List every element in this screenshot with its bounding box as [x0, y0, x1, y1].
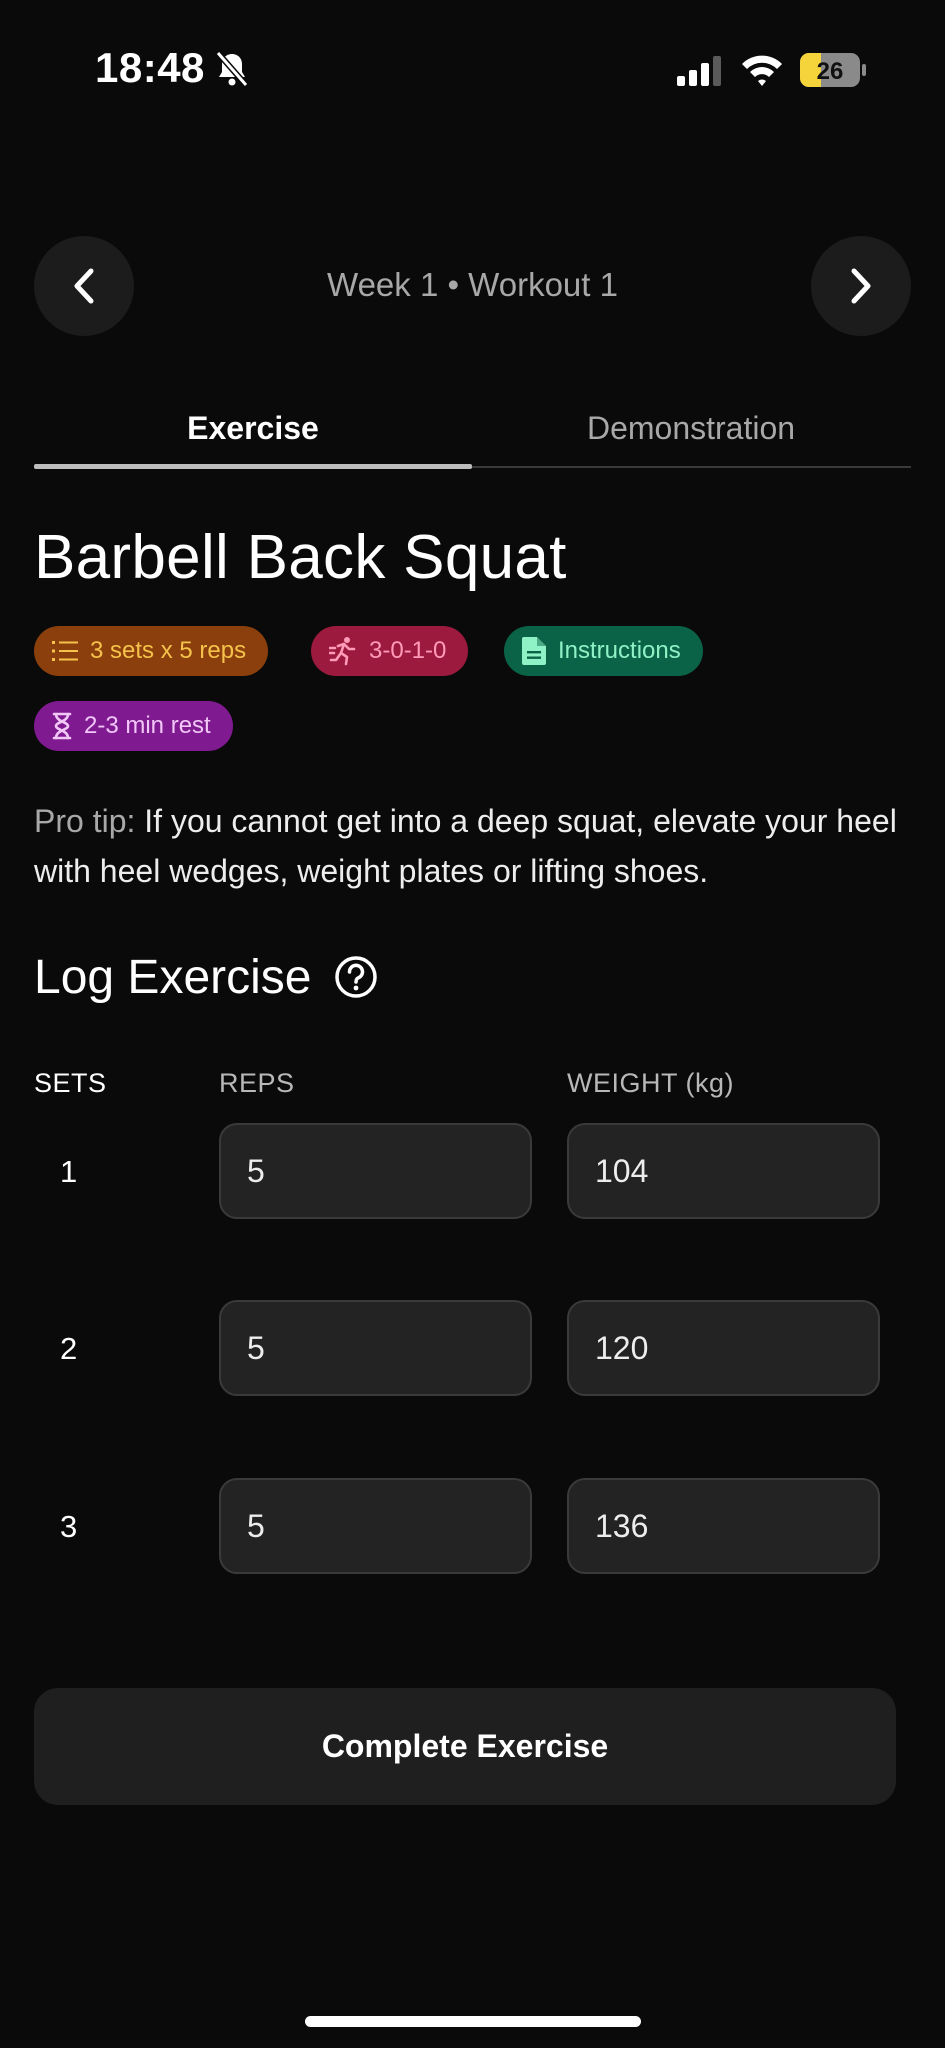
running-person-icon	[329, 637, 356, 666]
document-icon	[522, 637, 546, 665]
reps-column-header: REPS	[219, 1068, 295, 1098]
tempo-label: 3-0-1-0	[369, 637, 447, 664]
pro-tip: Pro tip: If you cannot get into a deep s…	[34, 796, 914, 896]
rest-badge: 2-3 min rest	[34, 701, 233, 751]
weight-input[interactable]: 136	[567, 1478, 880, 1574]
instructions-label: Instructions	[558, 637, 681, 664]
sets-reps-badge: 3 sets x 5 reps	[34, 626, 269, 676]
list-icon	[52, 641, 78, 661]
status-time: 18:48	[95, 44, 205, 91]
next-workout-button[interactable]	[811, 236, 911, 336]
reps-input[interactable]: 5	[219, 1478, 532, 1574]
cellular-signal-icon	[677, 56, 721, 86]
set-number: 2	[60, 1331, 78, 1366]
weight-input[interactable]: 104	[567, 1123, 880, 1219]
home-indicator[interactable]	[305, 2016, 641, 2027]
set-number: 1	[60, 1154, 78, 1189]
question-circle-icon[interactable]	[334, 955, 378, 999]
tempo-badge: 3-0-1-0	[311, 626, 469, 676]
rest-label: 2-3 min rest	[84, 712, 211, 739]
chevron-right-icon	[851, 268, 871, 304]
tab-demonstration[interactable]: Demonstration	[472, 410, 910, 447]
workout-title: Week 1 • Workout 1	[327, 266, 618, 303]
battery-icon: 26	[800, 53, 866, 87]
pro-tip-label: Pro tip:	[34, 803, 136, 839]
exercise-title: Barbell Back Squat	[34, 523, 567, 592]
instructions-badge[interactable]: Instructions	[504, 626, 703, 676]
tab-exercise[interactable]: Exercise	[34, 410, 472, 447]
weight-input[interactable]: 120	[567, 1300, 880, 1396]
bell-slash-icon	[215, 51, 249, 87]
sets-reps-label: 3 sets x 5 reps	[90, 637, 247, 664]
hourglass-icon	[52, 712, 72, 740]
complete-exercise-button[interactable]: Complete Exercise	[34, 1688, 896, 1805]
log-exercise-title: Log Exercise	[34, 951, 312, 1004]
set-number: 3	[60, 1509, 78, 1544]
weight-column-header: WEIGHT (kg)	[567, 1068, 734, 1098]
battery-level: 26	[817, 58, 844, 85]
active-tab-indicator	[34, 464, 472, 469]
sets-column-header: SETS	[34, 1068, 107, 1098]
reps-input[interactable]: 5	[219, 1300, 532, 1396]
reps-input[interactable]: 5	[219, 1123, 532, 1219]
wifi-icon	[742, 55, 782, 86]
pro-tip-text: If you cannot get into a deep squat, ele…	[34, 803, 897, 889]
